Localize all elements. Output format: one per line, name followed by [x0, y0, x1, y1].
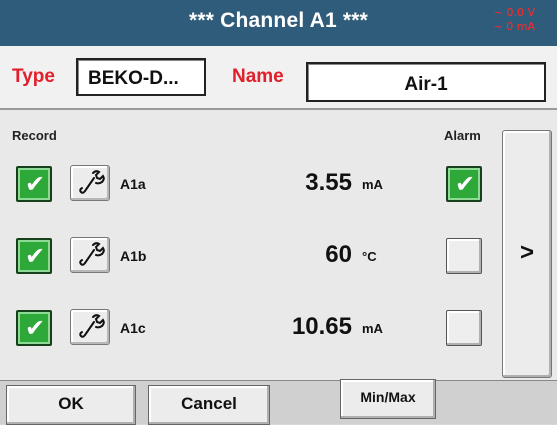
window-title: *** Channel A1 *** — [188, 9, 369, 32]
settings-button-a1b[interactable] — [70, 237, 110, 273]
type-field[interactable]: BEKO-D... — [76, 58, 206, 96]
min-max-button[interactable]: Min/Max — [340, 379, 436, 419]
channel-label: A1b — [120, 248, 147, 264]
wrench-icon — [79, 170, 105, 194]
signal-status: ~ 0.0 V ~ 0 mA — [494, 6, 535, 34]
name-label: Name — [232, 66, 284, 87]
channel-value: 10.65 — [291, 313, 352, 340]
channel-value: 3.55 — [305, 169, 352, 196]
ok-button[interactable]: OK — [6, 385, 136, 425]
alarm-checkbox-a1a[interactable]: ✔ — [446, 166, 482, 202]
next-page-button[interactable]: > — [502, 130, 552, 378]
settings-button-a1a[interactable] — [70, 165, 110, 201]
next-arrow-label: > — [519, 239, 534, 266]
type-label: Type — [12, 66, 55, 87]
channel-row-a1a: ✔ A1a 3.55 mA ✔ — [0, 162, 500, 208]
footer-bar: OK Cancel Min/Max — [0, 379, 557, 425]
record-checkbox-a1c[interactable]: ✔ — [16, 310, 52, 346]
status-voltage: ~ 0.0 V — [493, 6, 535, 19]
name-field[interactable]: Air-1 — [306, 62, 546, 102]
record-checkbox-a1b[interactable]: ✔ — [16, 238, 52, 274]
checkmark-icon: ✔ — [25, 315, 46, 342]
channel-unit: °C — [362, 249, 377, 264]
settings-button-a1c[interactable] — [70, 309, 110, 345]
channel-panel: Record Alarm ✔ A1a 3.55 mA ✔ ✔ A1b 60 °C — [0, 110, 557, 380]
channel-unit: mA — [362, 321, 383, 336]
status-current: ~ 0 mA — [493, 20, 535, 33]
title-bar: *** Channel A1 *** ~ 0.0 V ~ 0 mA — [0, 0, 557, 46]
alarm-checkbox-a1c[interactable] — [446, 310, 482, 346]
alarm-checkbox-a1b[interactable] — [446, 238, 482, 274]
channel-row-a1b: ✔ A1b 60 °C — [0, 234, 500, 280]
channel-label: A1a — [120, 176, 146, 192]
record-header: Record — [12, 128, 57, 143]
channel-value: 60 — [325, 241, 352, 268]
checkmark-icon: ✔ — [25, 243, 46, 270]
checkmark-icon: ✔ — [455, 171, 476, 198]
wrench-icon — [79, 242, 105, 266]
channel-unit: mA — [362, 177, 383, 192]
alarm-header: Alarm — [444, 128, 481, 143]
channel-row-a1c: ✔ A1c 10.65 mA — [0, 306, 500, 352]
type-name-bar: Type BEKO-D... Name Air-1 — [0, 46, 557, 110]
wrench-icon — [79, 314, 105, 338]
record-checkbox-a1a[interactable]: ✔ — [16, 166, 52, 202]
channel-label: A1c — [120, 320, 146, 336]
checkmark-icon: ✔ — [25, 171, 46, 198]
cancel-button[interactable]: Cancel — [148, 385, 270, 425]
